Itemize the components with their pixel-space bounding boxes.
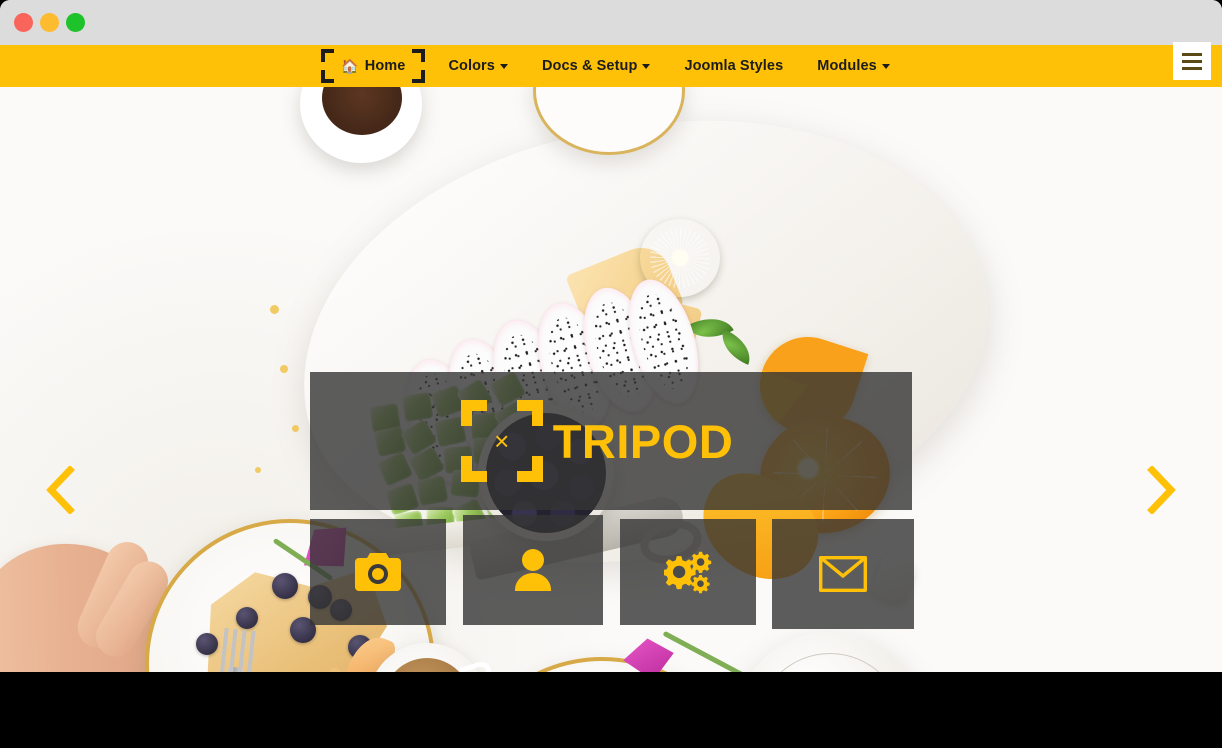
chevron-down-icon xyxy=(642,64,650,69)
user-icon xyxy=(515,549,551,591)
nav-item-modules[interactable]: Modules xyxy=(800,45,907,87)
chevron-right-icon xyxy=(1145,466,1179,514)
tile-user[interactable] xyxy=(463,515,603,625)
slider-next-button[interactable] xyxy=(1134,462,1190,518)
hero-banner-tile[interactable]: × TRIPOD xyxy=(310,372,912,510)
window-maximize-button[interactable] xyxy=(66,13,85,32)
nav-item-home-label: Home xyxy=(365,58,406,74)
nav-item-docs-setup-label: Docs & Setup xyxy=(542,58,637,74)
main-navigation: 🏠 Home Colors Docs & Setup Joomla Styles… xyxy=(0,45,1222,87)
nav-item-joomla-styles[interactable]: Joomla Styles xyxy=(667,45,800,87)
logo-x-glyph: × xyxy=(494,428,509,454)
window-close-button[interactable] xyxy=(14,13,33,32)
browser-window: 🏠 Home Colors Docs & Setup Joomla Styles… xyxy=(0,0,1222,672)
nav-item-modules-label: Modules xyxy=(817,58,877,74)
nav-item-joomla-styles-label: Joomla Styles xyxy=(684,58,783,74)
chevron-down-icon xyxy=(500,64,508,69)
slider-prev-button[interactable] xyxy=(32,462,88,518)
tile-camera[interactable] xyxy=(310,519,446,625)
home-icon: 🏠 xyxy=(341,59,359,73)
tile-mail[interactable] xyxy=(772,519,914,629)
nav-item-docs-setup[interactable]: Docs & Setup xyxy=(525,45,667,87)
nav-item-colors-label: Colors xyxy=(448,58,495,74)
camera-icon xyxy=(355,553,401,591)
window-titlebar xyxy=(0,0,1222,45)
nav-item-list: 🏠 Home Colors Docs & Setup Joomla Styles… xyxy=(315,45,907,87)
nav-item-colors[interactable]: Colors xyxy=(431,45,525,87)
camera-focus-bracket-icon: × xyxy=(461,400,543,482)
window-minimize-button[interactable] xyxy=(40,13,59,32)
hero-tiles: × TRIPOD xyxy=(0,87,1222,672)
gears-icon xyxy=(664,550,712,594)
page-background-strip xyxy=(0,672,1222,748)
site-logo: × TRIPOD xyxy=(461,400,734,482)
tile-gears[interactable] xyxy=(620,519,756,625)
nav-item-home[interactable]: 🏠 Home xyxy=(315,45,431,87)
hamburger-icon[interactable] xyxy=(1173,42,1211,80)
logo-text: TRIPOD xyxy=(553,418,734,465)
chevron-down-icon xyxy=(882,64,890,69)
envelope-icon xyxy=(819,556,867,592)
hero-slider: × TRIPOD xyxy=(0,87,1222,672)
chevron-left-icon xyxy=(43,466,77,514)
